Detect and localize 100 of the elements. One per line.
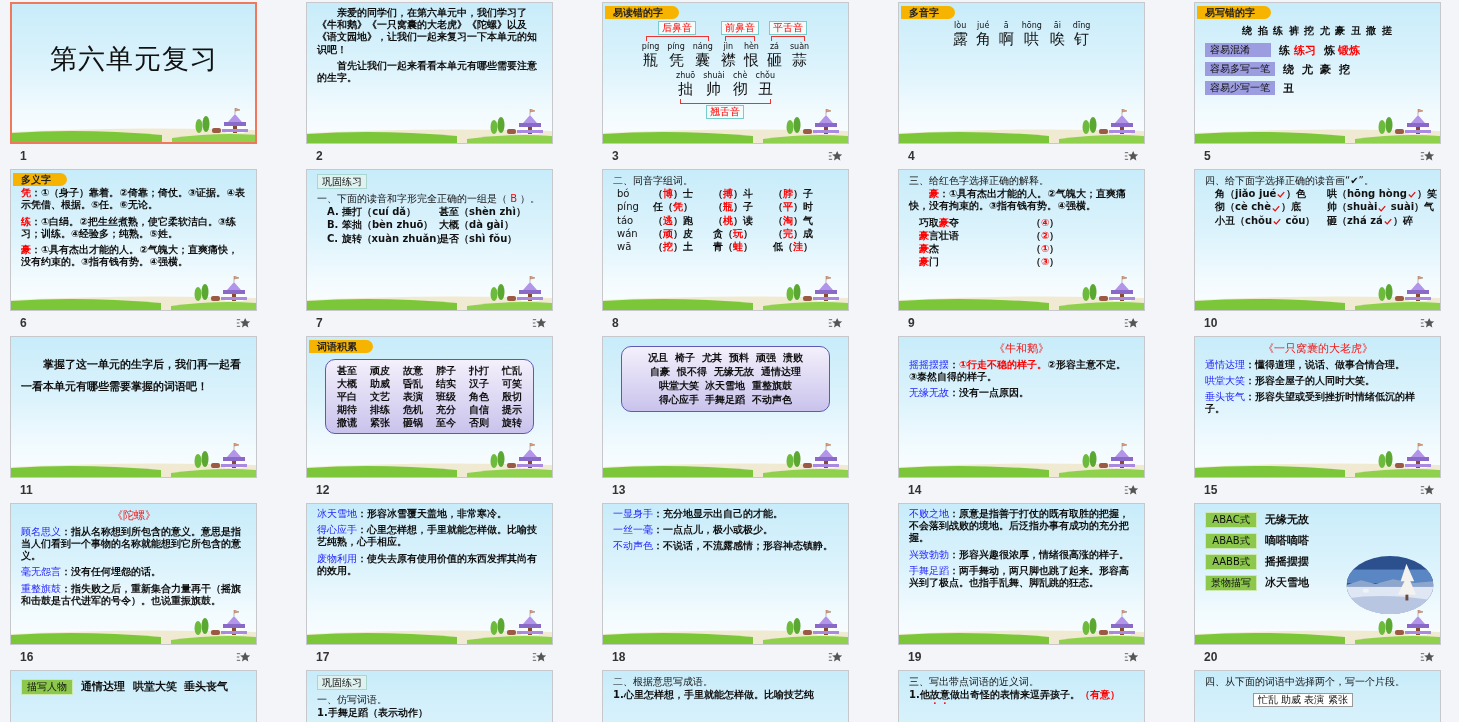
slide-thumbnail[interactable]: 多义字 凭：①（身子）靠着。②倚靠；倚仗。③证据。④表示凭借、根据。⑤任。⑥无论。 练：①白绢。②把生丝煮熟，使它柔软洁白。③练习；训练。④经验多；纯熟。⑤姓。 豪：①具有杰出才能的人。②气魄大；直爽痛快，没有约束的。③指有钱有势。④强横。 xyxy=(10,169,257,311)
slide-text: B. 笨拙（bèn zhuō） xyxy=(327,219,435,232)
slide-thumbnail[interactable]: 二、同音字组词。 bó （博）士 （搏）斗 （脖）子 píng 任（凭） （瓶）子 （平）时 táo （逃）跑 （桃）读 （淘）气 wán （顽）皮 贪（玩） （完）成 wā （挖）土 青（蛙） 低（洼） xyxy=(602,169,849,311)
slide-thumbnail[interactable]: 二、根据意思写成语。 1.心里怎样想，手里就能怎样做。比喻技艺纯 xyxy=(602,670,849,722)
slide-number: 4 xyxy=(908,148,915,163)
slide-text: C. 旋转（xuàn zhuǎn） xyxy=(327,232,439,245)
slide-thumbnail[interactable]: 不败之地：原意是指善于打仗的既有取胜的把握，不会落到战败的境地。后泛指办事有成功的充分把握。 兴致勃勃：形容兴趣很浓厚，情绪很高涨的样子。 手舞足蹈：两手舞动，两只脚也跳了起来。形容高兴到了极点。也指手乱舞、脚乱跳的狂态。 xyxy=(898,503,1145,645)
animation-icon[interactable] xyxy=(236,650,251,663)
slide-text: bó xyxy=(617,188,631,201)
bracket-line xyxy=(770,36,806,42)
slide-thumbnail[interactable]: 冰天雪地：形容冰雪覆天盖地，非常寒冷。 得心应手：心里怎样想，手里就能怎样做。比喻技艺纯熟，心手相应。 废物利用：使失去原有使用价值的东西发挥其尚有的效用。 xyxy=(306,503,553,645)
word-text: 脖子 xyxy=(436,364,457,378)
bracket-line xyxy=(724,36,755,42)
character-text: 蒜 xyxy=(792,52,808,70)
slide-text: cǒu） xyxy=(1284,214,1316,227)
animation-icon[interactable] xyxy=(1124,650,1139,663)
character-text: 帅 xyxy=(706,81,722,99)
category-tag: 容易多写一笔 xyxy=(1205,62,1275,77)
slide-thumbnail[interactable]: 三、给红色字选择正确的解释。 豪：①具有杰出才能的人。②气魄大；直爽痛快，没有拘束的。③指有钱有势。④强横。 巧取豪夺 （④） 豪言壮语 （②） 豪杰 （①） 豪门 （③） xyxy=(898,169,1145,311)
slide-heading: 《一只窝囊的大老虎》 xyxy=(1261,342,1374,355)
slide-thumbnail[interactable]: 易写错的字 绕 掐 练 裤 挖 尤 豪 丑 撒 搓 容易混淆 练 练习 炼 锻炼 容易多写一笔 绕 尤 豪 挖 容易少写一笔 丑 xyxy=(1194,2,1441,144)
word-text: 忙乱 xyxy=(502,364,523,378)
slide-text: 三、给红色字选择正确的解释。 xyxy=(909,175,1050,188)
animation-icon[interactable] xyxy=(828,650,843,663)
word-text: 扑打 xyxy=(469,364,490,378)
animation-icon[interactable] xyxy=(236,316,251,329)
pinyin-text: hèn xyxy=(743,42,759,53)
check-icon xyxy=(1408,191,1416,199)
word-text: 撒谎 xyxy=(336,416,357,430)
slide-heading: 《陀螺》 xyxy=(110,509,157,522)
pinyin-text: zhuō xyxy=(675,71,696,82)
slide-text: 兴致勃勃：形容兴趣很浓厚，情绪很高涨的样子。 xyxy=(909,548,1130,561)
slide-thumbnail[interactable]: 《一只窝囊的大老虎》 通情达理：懂得道理，说话、做事合情合理。 哄堂大笑：形容全屋子的人同时大笑。 垂头丧气：形容失望或受到挫折时情绪低沉的样子。 xyxy=(1194,336,1441,478)
animation-icon[interactable] xyxy=(1124,149,1139,162)
slide-thumbnail[interactable]: 况且 椅子 尤其 预料 顽强 溃败 自豪 恨不得 无缘无故 通情达理 哄堂大笑 冰天雪地 重整旗鼓 得心应手 手舞足蹈 不动声色 xyxy=(602,336,849,478)
slide-text: 1.手舞足蹈（表示动作） xyxy=(317,707,429,720)
slide-thumbnail[interactable]: 一显身手：充分地显示出自己的才能。 一丝一毫：一点点儿，极小或极少。 不动声色：不说话，不流露感情；形容神态镇静。 xyxy=(602,503,849,645)
word-text: 班级 xyxy=(436,390,457,404)
category-tag: 景物描写 xyxy=(1205,575,1257,591)
animation-icon[interactable] xyxy=(532,650,547,663)
slide-text: 绕 尤 豪 挖 xyxy=(1283,62,1350,77)
slide-text: 手舞足蹈：两手舞动，两只脚也跳了起来。形容高兴到了极点。也指手乱舞、脚乱跳的狂态。 xyxy=(909,564,1130,590)
slide-number: 8 xyxy=(612,315,619,330)
slide-thumbnail[interactable]: ABAC式 无缘无故 ABAB式 嘀嗒嘀嗒 AABB式 摇摇摆摆 景物描写 冰天雪地 xyxy=(1194,503,1441,645)
animation-icon[interactable] xyxy=(1124,483,1139,496)
slide-text: 豪门 xyxy=(919,256,940,269)
animation-icon[interactable] xyxy=(1420,483,1435,496)
slide-text: （②） xyxy=(1031,229,1060,242)
slide-text: 低（洼） xyxy=(773,240,814,254)
slide-text: 彻（cè chè xyxy=(1215,201,1272,214)
slide-text: 无缘无故 xyxy=(1265,513,1309,527)
slide-text: 哄堂大笑：形容全屋子的人同时大笑。 xyxy=(1205,375,1376,388)
animation-icon[interactable] xyxy=(828,149,843,162)
slide-text: 四、从下面的词语中选择两个，写一个片段。 xyxy=(1205,676,1406,689)
slide-text: 重整旗鼓：指失败之后，重新集合力量再干（摇旗和击鼓是古代进军的号令）。也说重振旗鼓。 xyxy=(21,582,242,607)
slide-thumbnail[interactable]: 易读错的字 后鼻音 píng 瓶 píng 凭 náng 囊 前鼻音 jìn 襟 hèn 恨 平舌音 zá 砸 suàn 蒜 zhuō 拙 shuài 帅 chè 彻 chǒu 丑 翘舌音 xyxy=(602,2,849,144)
slide-thumbnail[interactable]: 巩固练习 一、仿写词语。 1.手舞足蹈（表示动作） xyxy=(306,670,553,722)
slide-thumbnail[interactable]: 描写人物 通情达理 哄堂大笑 垂头丧气 xyxy=(10,670,257,722)
animation-icon[interactable] xyxy=(1420,149,1435,162)
character-text: 哄 xyxy=(1024,31,1040,49)
slide-text: 一丝一毫：一点点儿，极小或极少。 xyxy=(613,524,774,537)
word-text: 旋转 xyxy=(502,416,523,430)
slide-text: 豪杰 xyxy=(919,242,940,256)
label-tag: 平舌音 xyxy=(769,21,808,36)
slide-thumbnail[interactable]: 《陀螺》 顾名思义：指从名称想到所包含的意义。意思是指当人们看到一个事物的名称就能想到它所包含的意义。 毫无怨言：没有任何埋怨的话。 重整旗鼓：指失败之后，重新集合力量再干（摇旗和击鼓是古代进军的号令）。也说重振旗鼓。 xyxy=(10,503,257,645)
slide-text: 顾名思义：指从名称想到所包含的意义。意思是指当人们看到一个事物的名称就能想到它所包含的意义。 xyxy=(21,525,242,563)
slide-thumbnail[interactable]: 四、给下面字选择正确的读音画“✔”。 角（jiǎo jué ）色 哄（hōng hòng ）笑 彻（cè chè ）底 帅（shuài suài）气 小丑（chǒu cǒu） 砸（zhá zá ）碎 xyxy=(1194,169,1441,311)
slide-thumbnail[interactable]: 巩固练习 一、下面的读音和字形完全正确的一组是（ B ）。 A. 捶打（cuí dǎ） 甚至（shèn zhì） B. 笨拙（bèn zhuō） 大概（dà gài） C. 旋转（xuàn zhuǎn） 是否（shì fǒu） xyxy=(306,169,553,311)
slide-thumbnail[interactable]: 词语积累 甚至 顽皮 故意 脖子 扑打 忙乱 大概 助威 昏乱 结实 汉子 可笑 平白 文艺 表演 班级 角色 殷切 期待 排练 危机 充分 自信 提示 撒谎 紧张 砸锅 至今 否则 旋转 xyxy=(306,336,553,478)
slide-text: A. 捶打（cuí dǎ） xyxy=(327,206,418,219)
label-tag: 巩固练习 xyxy=(317,174,367,189)
character-text: 角 xyxy=(975,31,991,49)
pinyin-text: jìn xyxy=(723,42,734,52)
animation-icon[interactable] xyxy=(1420,650,1435,663)
character-text: 唉 xyxy=(1049,31,1065,49)
slide-thumbnail[interactable]: 亲爱的同学们，在第六单元中，我们学习了《牛和鹅》《一只窝囊的大老虎》《陀螺》以及《语文园地》，让我们一起来复习一下本单元的知识吧！ 首先让我们一起来看看本单元有哪些需要注意的生字。 xyxy=(306,2,553,144)
word-text: 排练 xyxy=(369,403,390,417)
animation-icon[interactable] xyxy=(828,316,843,329)
label-tag: 前鼻音 xyxy=(720,21,759,36)
slide-text: 四、给下面字选择正确的读音画“✔”。 xyxy=(1205,175,1375,188)
slide-number: 18 xyxy=(612,649,626,664)
slide-thumbnail[interactable]: 掌握了这一单元的生字后，我们再一起看一看本单元有哪些需要掌握的词语吧！ xyxy=(10,336,257,478)
animation-icon[interactable] xyxy=(1124,316,1139,329)
slide-text: 角（jiǎo jué xyxy=(1215,188,1277,201)
animation-icon[interactable] xyxy=(532,316,547,329)
slide-thumbnail[interactable]: 四、从下面的词语中选择两个，写一个片段。 忙乱 助威 表演 紧张 xyxy=(1194,670,1441,722)
slide-thumbnail[interactable]: 三、写出带点词语的近义词。 1.他故意做出奇怪的表情来逗弄孩子。（有意） xyxy=(898,670,1145,722)
slide-text: 不败之地：原意是指善于打仗的既有取胜的把握，不会落到战败的境地。后泛指办事有成功的充分把握。 xyxy=(909,508,1130,545)
animation-icon[interactable] xyxy=(1420,316,1435,329)
pinyin-text: hōng xyxy=(1021,21,1042,31)
word-text: 昏乱 xyxy=(402,377,423,391)
slide-text: 冰天雪地：形容冰雪覆天盖地，非常寒冷。 xyxy=(317,508,508,521)
slide-thumbnail[interactable]: 多音字 lòu 露 jué 角 ā 啊 hōng 哄 āi 唉 dīng 钉 xyxy=(898,2,1145,144)
slide-thumbnail[interactable]: 第六单元复习 xyxy=(10,2,257,144)
slide-text: 二、同音字组词。 xyxy=(613,175,694,188)
slide-thumbnail[interactable]: 《牛和鹅》 摇摇摆摆：①行走不稳的样子。②形容主意不定。③泰然自得的样子。 无缘无故：没有一点原因。 xyxy=(898,336,1145,478)
slide-number: 11 xyxy=(20,482,33,497)
slide-text: 得心应手：心里怎样想，手里就能怎样做。比喻技艺纯熟，心手相应。 xyxy=(317,524,538,549)
slide-text: （顽）皮 xyxy=(653,227,694,240)
character-text: 砸 xyxy=(766,52,782,70)
